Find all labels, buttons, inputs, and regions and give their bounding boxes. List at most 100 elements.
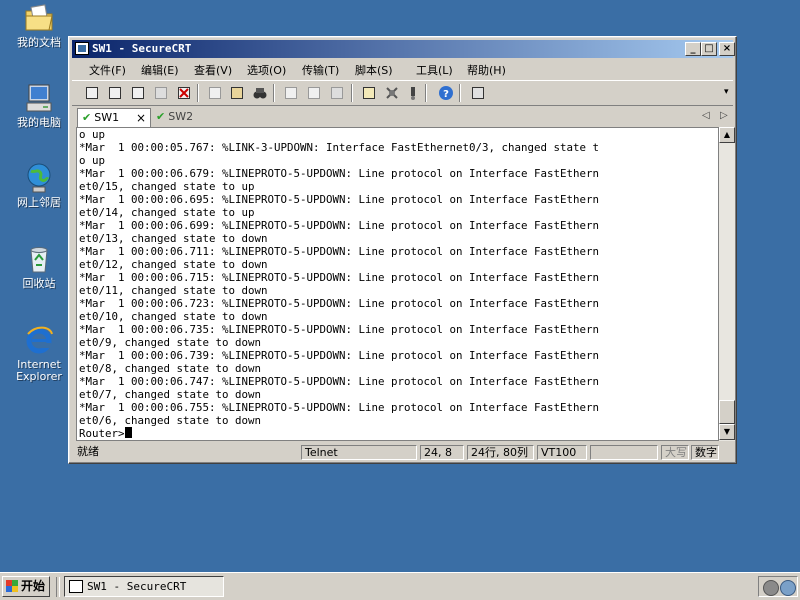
desktop-icon-internet-explorer[interactable]: Internet Explorer xyxy=(1,324,77,383)
help-icon[interactable]: ? xyxy=(438,85,454,101)
quick-connect-icon[interactable] xyxy=(107,85,123,101)
print-icon[interactable] xyxy=(283,85,299,101)
copy-icon[interactable] xyxy=(207,85,223,101)
paste-icon[interactable] xyxy=(229,85,245,101)
desktop-icon-label: Internet Explorer xyxy=(16,358,62,383)
toolbar-separator xyxy=(197,84,199,102)
status-protocol: Telnet xyxy=(301,445,417,460)
menu-view[interactable]: 查看(V) xyxy=(194,62,232,78)
terminal-line: et0/6, changed state to down xyxy=(79,414,262,427)
tray-volume-icon[interactable] xyxy=(763,580,779,596)
vertical-scrollbar[interactable]: ▲ ▼ xyxy=(719,127,735,441)
minimize-button[interactable]: _ xyxy=(685,42,701,56)
toolbar-separator xyxy=(351,84,353,102)
menu-options[interactable]: 选项(O) xyxy=(247,62,286,78)
terminal-line: et0/7, changed state to down xyxy=(79,388,262,401)
find-icon[interactable] xyxy=(252,85,268,101)
text-cursor xyxy=(124,427,132,438)
terminal-line: et0/9, changed state to down xyxy=(79,336,262,349)
taskbar-button-securecrt[interactable]: SW1 - SecureCRT xyxy=(64,576,224,597)
reconnect-icon[interactable] xyxy=(153,85,169,101)
terminal-line: o up xyxy=(79,154,106,167)
terminal-output[interactable]: o up *Mar 1 00:00:05.767: %LINK-3-UPDOWN… xyxy=(76,127,719,441)
tab-sw2[interactable]: ✔ SW2 xyxy=(152,108,212,126)
terminal-line: et0/14, changed state to up xyxy=(79,206,255,219)
window-layout-icon[interactable] xyxy=(470,85,486,101)
tab-label: SW2 xyxy=(168,110,194,123)
securecrt-app-icon[interactable] xyxy=(75,42,89,55)
terminal-line: et0/10, changed state to down xyxy=(79,310,268,323)
internet-explorer-icon xyxy=(23,324,55,356)
toolbar-overflow-icon[interactable]: ▾ xyxy=(724,87,729,97)
toolbar-separator xyxy=(273,84,275,102)
desktop-icon-label: 回收站 xyxy=(22,277,56,290)
title-bar[interactable]: SW1 - SecureCRT _ □ × xyxy=(72,40,735,58)
terminal-line: *Mar 1 00:00:05.767: %LINK-3-UPDOWN: Int… xyxy=(79,141,600,154)
status-cursor-position: 24, 8 xyxy=(420,445,464,460)
tab-close-icon[interactable]: × xyxy=(136,109,146,127)
terminal-text: o up *Mar 1 00:00:05.767: %LINK-3-UPDOWN… xyxy=(79,128,599,440)
menu-help[interactable]: 帮助(H) xyxy=(467,62,506,78)
securecrt-window: SW1 - SecureCRT _ □ × 文件(F) 编辑(E) 查看(V) … xyxy=(68,36,737,464)
terminal-line: et0/15, changed state to up xyxy=(79,180,255,193)
connected-check-icon: ✔ xyxy=(156,110,166,123)
terminal-line: *Mar 1 00:00:06.699: %LINEPROTO-5-UPDOWN… xyxy=(79,219,600,232)
status-bar: 就绪 Telnet 24, 8 24行, 80列 VT100 大写 数字 xyxy=(72,443,733,461)
desktop-icon-label: 我的文档 xyxy=(17,36,61,49)
start-label: 开始 xyxy=(21,579,46,593)
session-options-icon[interactable] xyxy=(361,85,377,101)
tray-network-icon[interactable] xyxy=(780,580,796,596)
desktop-icon-my-computer[interactable]: 我的电脑 xyxy=(1,82,77,129)
close-button[interactable]: × xyxy=(719,42,735,56)
window-title: SW1 - SecureCRT xyxy=(92,42,192,55)
tab-scroll-right-icon[interactable]: ▷ xyxy=(720,110,728,121)
terminal-line: *Mar 1 00:00:06.755: %LINEPROTO-5-UPDOWN… xyxy=(79,401,600,414)
terminal-line: *Mar 1 00:00:06.739: %LINEPROTO-5-UPDOWN… xyxy=(79,349,600,362)
global-options-icon[interactable] xyxy=(384,85,400,101)
print-selection-icon[interactable] xyxy=(306,85,322,101)
svg-text:?: ? xyxy=(443,89,449,100)
terminal-line: et0/8, changed state to down xyxy=(79,362,262,375)
status-caps-lock: 大写 xyxy=(661,445,689,460)
terminal-line: *Mar 1 00:00:06.747: %LINEPROTO-5-UPDOWN… xyxy=(79,375,600,388)
terminal-line: *Mar 1 00:00:06.711: %LINEPROTO-5-UPDOWN… xyxy=(79,245,600,258)
status-emulation: VT100 xyxy=(537,445,587,460)
menu-tools[interactable]: 工具(L) xyxy=(416,62,453,78)
desktop-icon-label: 网上邻居 xyxy=(17,196,61,209)
windows-flag-icon xyxy=(6,580,18,592)
scrollbar-thumb[interactable] xyxy=(719,400,735,424)
toolbar: ? ▾ xyxy=(72,80,733,106)
status-blank xyxy=(590,445,658,460)
connect-in-tab-icon[interactable] xyxy=(130,85,146,101)
terminal-line: et0/13, changed state to down xyxy=(79,232,268,245)
printer-icon[interactable] xyxy=(329,85,345,101)
maximize-button[interactable]: □ xyxy=(701,42,717,56)
menu-file[interactable]: 文件(F) xyxy=(89,62,126,78)
desktop-icon-my-documents[interactable]: 我的文档 xyxy=(1,2,77,49)
taskbar-separator xyxy=(56,577,60,597)
terminal-line: *Mar 1 00:00:06.723: %LINEPROTO-5-UPDOWN… xyxy=(79,297,600,310)
menu-transfer[interactable]: 传输(T) xyxy=(302,62,339,78)
toolbar-separator xyxy=(459,84,461,102)
connect-icon[interactable] xyxy=(84,85,100,101)
scroll-up-button[interactable]: ▲ xyxy=(719,127,735,143)
recycle-bin-icon xyxy=(23,243,55,275)
command-prompt: Router> xyxy=(79,427,125,440)
menu-script[interactable]: 脚本(S) xyxy=(355,62,393,78)
tab-sw1[interactable]: ✔ SW1 × xyxy=(77,108,151,127)
menu-edit[interactable]: 编辑(E) xyxy=(141,62,179,78)
terminal-line: *Mar 1 00:00:06.679: %LINEPROTO-5-UPDOWN… xyxy=(79,167,600,180)
start-button[interactable]: 开始 xyxy=(2,576,50,597)
scroll-down-button[interactable]: ▼ xyxy=(719,424,735,440)
desktop-icon-label: 我的电脑 xyxy=(17,116,61,129)
terminal-line: et0/12, changed state to down xyxy=(79,258,268,271)
status-ready: 就绪 xyxy=(77,445,99,458)
desktop-icon-recycle-bin[interactable]: 回收站 xyxy=(1,243,77,290)
session-tab-bar: ✔ SW1 × ✔ SW2 ◁ ▷ xyxy=(72,107,733,127)
keymap-icon[interactable] xyxy=(405,85,421,101)
desktop-icon-network-places[interactable]: 网上邻居 xyxy=(1,162,77,209)
taskbar-button-label: SW1 - SecureCRT xyxy=(87,580,187,593)
disconnect-icon[interactable] xyxy=(176,85,192,101)
folder-icon xyxy=(23,2,55,34)
tab-scroll-left-icon[interactable]: ◁ xyxy=(702,110,710,121)
